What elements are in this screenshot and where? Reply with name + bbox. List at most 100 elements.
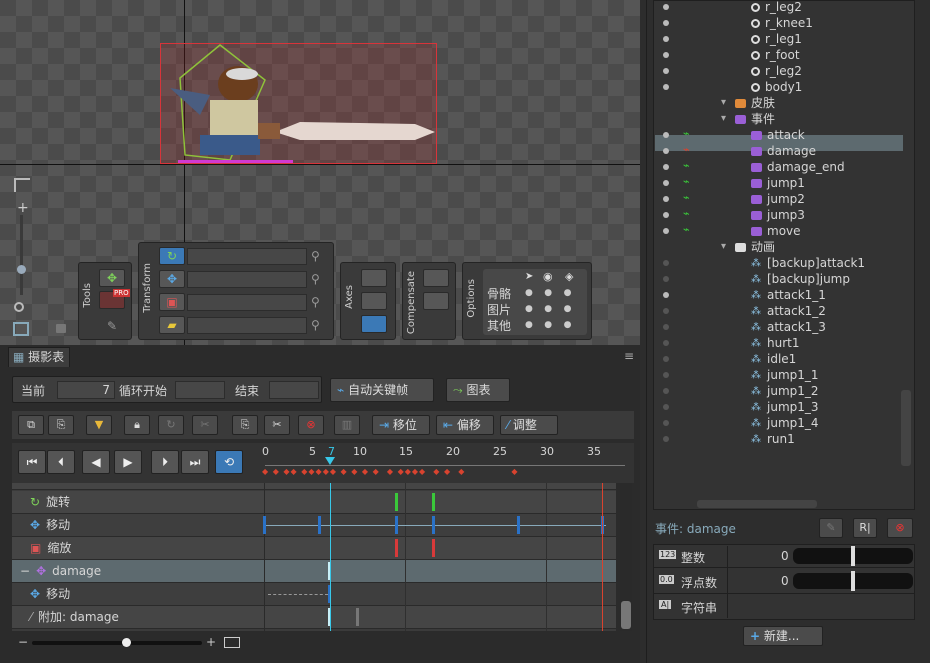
tree-item[interactable]: r_foot xyxy=(751,47,800,63)
zoom-in-icon[interactable]: + xyxy=(206,635,216,649)
visibility-dot[interactable] xyxy=(663,340,669,346)
float-slider-handle[interactable] xyxy=(851,571,855,591)
tree-hscroll[interactable] xyxy=(697,500,817,508)
visibility-dot[interactable] xyxy=(663,36,669,42)
tree-item[interactable]: ⁂ attack1_1 xyxy=(751,287,826,303)
delete-event-button[interactable]: ⊗ xyxy=(887,518,913,538)
tree-item[interactable]: ⁂ jump1_1 xyxy=(751,367,819,383)
key-scale-1[interactable] xyxy=(395,539,398,557)
graph-button[interactable]: ⤳ 图表 xyxy=(446,378,510,402)
shear-key-icon[interactable]: ⚲ xyxy=(311,318,320,332)
zoom-in-button[interactable]: + xyxy=(17,200,29,216)
timeline-ruler[interactable]: 0 5 7 10 15 20 25 30 35 ◆ ◆ ◆◆ ◆◆◆◆◆ ◆ ◆… xyxy=(256,443,634,483)
visibility-dot[interactable] xyxy=(663,436,669,442)
current-frame-field[interactable]: 7 xyxy=(57,381,115,399)
visibility-dot[interactable] xyxy=(663,260,669,266)
expand-arrow-icon[interactable]: ▾ xyxy=(721,239,726,255)
tree-item[interactable]: r_leg2 xyxy=(751,63,802,79)
trash-button[interactable]: ▥ xyxy=(334,415,360,435)
int-slider-handle[interactable] xyxy=(851,546,855,566)
zoom-slider[interactable] xyxy=(20,215,23,295)
rename-button[interactable]: ✎ xyxy=(819,518,843,538)
shear-field[interactable] xyxy=(187,317,307,334)
pose-tool-button[interactable]: ✥ xyxy=(99,269,125,287)
tree-scroll-thumb[interactable] xyxy=(901,390,911,466)
zoom-search-icon[interactable] xyxy=(14,302,24,312)
compensate-bones-button[interactable] xyxy=(423,269,449,287)
visibility-dot[interactable] xyxy=(663,180,669,186)
key-translate-3[interactable] xyxy=(395,516,398,534)
option-dots[interactable]: ● ● ● ● ● ● ● ● ● xyxy=(525,285,571,333)
delete-button[interactable]: ⊗ xyxy=(298,415,324,435)
axes-local-button[interactable] xyxy=(361,269,387,287)
tree-item[interactable]: damage_end xyxy=(751,159,845,175)
copy-keys-button[interactable]: ⧉ xyxy=(18,415,44,435)
visibility-dot[interactable] xyxy=(663,308,669,314)
lock-keys-button[interactable]: 🔒︎ xyxy=(124,415,150,435)
key-scale-2[interactable] xyxy=(432,539,435,557)
translate-field[interactable] xyxy=(187,271,307,288)
timeline-zoom-slider[interactable] xyxy=(32,641,202,645)
lock-icon[interactable] xyxy=(56,324,66,333)
scale-field[interactable] xyxy=(187,294,307,311)
play-button[interactable]: ▶ xyxy=(114,450,142,474)
last-frame-button[interactable]: ⏭ xyxy=(181,450,209,474)
scroll-thumb[interactable] xyxy=(621,601,631,629)
duplicate-button[interactable]: ⎘ xyxy=(232,415,258,435)
visibility-dot[interactable] xyxy=(663,164,669,170)
zoom-out-icon[interactable]: − xyxy=(18,635,28,649)
tree-item[interactable]: r_knee1 xyxy=(751,15,813,31)
next-frame-button[interactable]: ⏵ xyxy=(151,450,179,474)
cut-button[interactable]: ✂ xyxy=(264,415,290,435)
brush-icon[interactable]: ✎ xyxy=(107,319,117,333)
key-toggle-icon[interactable]: ⌁ xyxy=(683,127,690,140)
playhead-marker[interactable] xyxy=(325,457,335,465)
timeline-zoom-handle[interactable] xyxy=(122,638,131,647)
visibility-dot[interactable] xyxy=(663,132,669,138)
axes-world-button[interactable] xyxy=(361,315,387,333)
visibility-dot[interactable] xyxy=(663,212,669,218)
row-attachment[interactable]: ⁄ 附加: damage xyxy=(12,606,616,629)
new-button[interactable]: + 新建... xyxy=(743,626,823,646)
key-toggle-icon[interactable]: ⌁ xyxy=(683,223,690,236)
visibility-dot[interactable] xyxy=(663,276,669,282)
key-toggle-icon[interactable]: ⌁ xyxy=(683,143,690,156)
fullscreen-icon[interactable] xyxy=(13,322,29,336)
tree-folder[interactable]: 事件 ▾ xyxy=(721,111,775,127)
key-translate-5[interactable] xyxy=(517,516,520,534)
collapse-icon[interactable]: − xyxy=(20,564,30,578)
rotate-key-icon[interactable]: ⚲ xyxy=(311,249,320,263)
scale-key-icon[interactable]: ⚲ xyxy=(311,295,320,309)
visibility-dot[interactable] xyxy=(663,148,669,154)
tree-item[interactable]: ⁂ attack1_3 xyxy=(751,319,826,335)
rotate-field[interactable] xyxy=(187,248,307,265)
tree-folder[interactable]: 动画 ▾ xyxy=(721,239,775,255)
visibility-dot[interactable] xyxy=(663,20,669,26)
expand-arrow-icon[interactable]: ▾ xyxy=(721,111,726,127)
key-translate-2[interactable] xyxy=(318,516,321,534)
visibility-dot[interactable] xyxy=(663,372,669,378)
offset-button[interactable]: ⇤ 偏移 xyxy=(436,415,494,435)
play-reverse-button[interactable]: ◀ xyxy=(82,450,110,474)
tree-item[interactable]: jump2 xyxy=(751,191,805,207)
tree-item[interactable]: ⁂ attack1_2 xyxy=(751,303,826,319)
visibility-dot[interactable] xyxy=(663,324,669,330)
translate-key-icon[interactable]: ⚲ xyxy=(311,272,320,286)
visibility-dot[interactable] xyxy=(663,196,669,202)
tree-item[interactable]: body1 xyxy=(751,79,802,95)
row-rotate[interactable]: ↻ 旋转 xyxy=(12,491,616,514)
zoom-fit-icon[interactable] xyxy=(14,178,30,192)
filter-button[interactable]: ▼ xyxy=(86,415,112,435)
visibility-dot[interactable] xyxy=(663,228,669,234)
axes-parent-button[interactable] xyxy=(361,292,387,310)
fit-timeline-icon[interactable] xyxy=(224,637,240,648)
first-frame-button[interactable]: ⏮ xyxy=(18,450,46,474)
key-toggle-icon[interactable]: ⌁ xyxy=(683,191,690,204)
tree-folder[interactable]: 皮肤 ▾ xyxy=(721,95,775,111)
tree-item[interactable]: r_leg2 xyxy=(751,0,802,15)
set-button[interactable]: R| xyxy=(853,518,877,538)
zoom-slider-handle[interactable] xyxy=(17,265,26,274)
rotate-tool-button[interactable]: ↻ xyxy=(159,247,185,265)
scale-tool-button[interactable]: ▣ xyxy=(159,293,185,311)
key-rotate-2[interactable] xyxy=(432,493,435,511)
